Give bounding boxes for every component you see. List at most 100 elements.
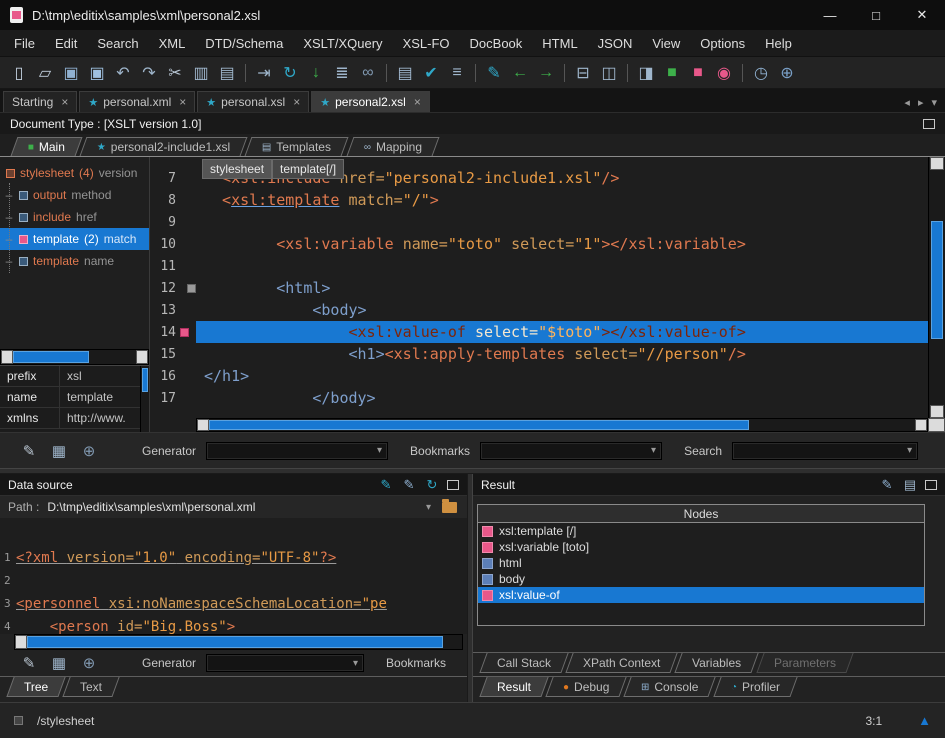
record-icon[interactable]: ◉: [711, 60, 737, 86]
scroll-down-button[interactable]: [930, 405, 944, 418]
sync-icon[interactable]: ↻: [277, 60, 303, 86]
document-tab-starting[interactable]: Starting×: [3, 91, 77, 112]
edit-icon[interactable]: ✎: [879, 477, 895, 493]
scroll-left-button[interactable]: [15, 635, 27, 649]
bookmarks-combo[interactable]: ▾: [480, 442, 662, 460]
copy-icon[interactable]: ▥: [188, 60, 214, 86]
history-icon[interactable]: ◷: [748, 60, 774, 86]
scroll-thumb[interactable]: [13, 351, 89, 363]
debug-tab-xpath-context[interactable]: XPath Context: [565, 653, 678, 673]
menu-docbook[interactable]: DocBook: [460, 30, 533, 56]
search-binoculars-icon[interactable]: ∞: [355, 60, 381, 86]
view-tab-profiler[interactable]: ◔Profiler: [713, 677, 797, 697]
maximize-panel-icon[interactable]: [925, 480, 937, 490]
menu-xml[interactable]: XML: [149, 30, 196, 56]
document-tab-personal-xml[interactable]: ★personal.xml×: [79, 91, 195, 112]
outline-item-include-href[interactable]: –includehref: [0, 206, 149, 228]
document-tab-personal-xsl[interactable]: ★personal.xsl×: [197, 91, 309, 112]
close-tab-icon[interactable]: ×: [179, 95, 186, 109]
prev-tab-icon[interactable]: ◂: [904, 96, 910, 109]
scroll-right-button[interactable]: [136, 350, 148, 364]
code-line-11[interactable]: 11: [150, 255, 928, 277]
tree-horizontal-scrollbar[interactable]: [0, 349, 149, 365]
scroll-track[interactable]: [443, 635, 462, 649]
code-line-8[interactable]: 8 <xsl:template match="/">: [150, 189, 928, 211]
code-line-10[interactable]: 10 <xsl:variable name="toto" select="1">…: [150, 233, 928, 255]
view-tab-result[interactable]: Result: [479, 677, 548, 697]
world-icon[interactable]: ⊕: [80, 654, 98, 672]
close-tab-icon[interactable]: ×: [61, 95, 68, 109]
maximize-panel-icon[interactable]: [923, 119, 935, 129]
data-source-tab-tree[interactable]: Tree: [6, 677, 66, 697]
grid-icon[interactable]: ▦: [50, 442, 68, 460]
data-source-line-3[interactable]: 3<personnel xsi:noNamespaceSchemaLocatio…: [0, 592, 467, 615]
tab-list-icon[interactable]: ▾: [931, 96, 937, 109]
view-tab-console[interactable]: ⊞Console: [624, 677, 717, 697]
forward-icon[interactable]: →: [533, 60, 559, 86]
redo-icon[interactable]: ↷: [136, 60, 162, 86]
next-tab-icon[interactable]: ▸: [918, 96, 924, 109]
data-source-tab-text[interactable]: Text: [63, 677, 120, 697]
view-tab-debug[interactable]: ●Debug: [545, 677, 627, 697]
code-line-13[interactable]: 13 <body>: [150, 299, 928, 321]
chevron-down-icon[interactable]: ▾: [426, 502, 431, 513]
browser-icon[interactable]: ⊕: [774, 60, 800, 86]
minimize-button[interactable]: —: [807, 0, 853, 30]
data-source-line-4[interactable]: 4 <person id="Big.Boss">: [0, 615, 467, 634]
generator-combo[interactable]: ▾: [206, 442, 388, 460]
code-editor[interactable]: stylesheettemplate[/] 7 <xsl:include hre…: [150, 157, 945, 432]
result-node-xsl-template[interactable]: xsl:template [/]: [478, 523, 924, 539]
world-icon[interactable]: ⊕: [80, 442, 98, 460]
scroll-right-button[interactable]: [915, 419, 927, 431]
editor-tab-personal2-include1-xsl[interactable]: ★personal2-include1.xsl: [80, 137, 248, 156]
scroll-left-button[interactable]: [197, 419, 209, 431]
code-line-12[interactable]: 12 <html>: [150, 277, 928, 299]
attribute-row-name[interactable]: nametemplate: [0, 387, 149, 408]
save-all-icon[interactable]: ▣: [84, 60, 110, 86]
gray-marker-icon[interactable]: [180, 284, 196, 293]
menu-search[interactable]: Search: [87, 30, 148, 56]
document-tab-personal2-xsl[interactable]: ★personal2.xsl×: [311, 91, 430, 112]
sync-icon[interactable]: ↻: [424, 477, 440, 493]
result-node-xsl-variable-toto[interactable]: xsl:variable [toto]: [478, 539, 924, 555]
outline-item-stylesheet-version[interactable]: stylesheet(4)version: [0, 162, 149, 184]
debug-tab-variables[interactable]: Variables: [675, 653, 759, 673]
attribute-row-xmlns[interactable]: xmlnshttp://www.: [0, 408, 149, 429]
scroll-track[interactable]: [89, 350, 136, 364]
code-lines[interactable]: 7 <xsl:include href="personal2-include1.…: [150, 157, 928, 418]
pink-marker-icon[interactable]: [180, 328, 196, 337]
open-file-icon[interactable]: ▱: [32, 60, 58, 86]
insert-icon[interactable]: ↓: [303, 60, 329, 86]
editor-horizontal-scrollbar[interactable]: [196, 418, 928, 432]
menu-json[interactable]: JSON: [588, 30, 643, 56]
search-combo[interactable]: ▾: [732, 442, 918, 460]
code-line-16[interactable]: 16</h1>: [150, 365, 928, 387]
edit-icon[interactable]: ✎: [401, 477, 417, 493]
split-vertical-icon[interactable]: ◫: [596, 60, 622, 86]
pink-panel-icon[interactable]: ■: [685, 60, 711, 86]
paste-icon[interactable]: ▤: [214, 60, 240, 86]
menu-xslt-xquery[interactable]: XSLT/XQuery: [293, 30, 392, 56]
new-file-icon[interactable]: ▯: [6, 60, 32, 86]
menu-options[interactable]: Options: [690, 30, 755, 56]
wand-icon[interactable]: ✎: [481, 60, 507, 86]
close-tab-icon[interactable]: ×: [414, 95, 421, 109]
green-panel-icon[interactable]: ■: [659, 60, 685, 86]
close-tab-icon[interactable]: ×: [293, 95, 300, 109]
format-icon[interactable]: ≡: [444, 60, 470, 86]
maximize-panel-icon[interactable]: [447, 480, 459, 490]
outline-item-output-method[interactable]: –outputmethod: [0, 184, 149, 206]
maximize-button[interactable]: □: [853, 0, 899, 30]
scroll-thumb[interactable]: [931, 221, 943, 339]
scroll-thumb[interactable]: [209, 420, 749, 430]
data-source-horizontal-scrollbar[interactable]: [14, 634, 463, 650]
generator-combo[interactable]: ▾: [206, 654, 364, 672]
check-document-icon[interactable]: ▤: [392, 60, 418, 86]
scroll-track[interactable]: [749, 419, 915, 431]
close-button[interactable]: ✕: [899, 0, 945, 30]
menu-xsl-fo[interactable]: XSL-FO: [393, 30, 460, 56]
result-node-xsl-value-of[interactable]: xsl:value-of: [478, 587, 924, 603]
indent-icon[interactable]: ⇥: [251, 60, 277, 86]
hierarchy-icon[interactable]: ≣: [329, 60, 355, 86]
scroll-up-button[interactable]: [930, 157, 944, 170]
